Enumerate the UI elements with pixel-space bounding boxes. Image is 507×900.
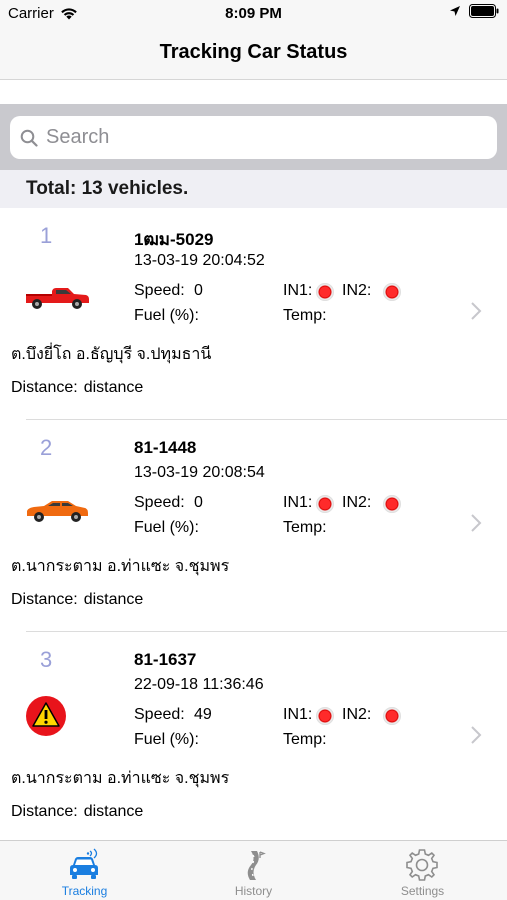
chevron-right-icon[interactable] bbox=[470, 513, 482, 533]
vehicle-index: 3 bbox=[40, 647, 53, 672]
temp-label: Temp: bbox=[283, 307, 327, 324]
location-arrow-icon bbox=[450, 6, 460, 16]
speed-value: 0 bbox=[194, 282, 203, 299]
red-pickup-truck-icon bbox=[26, 288, 89, 309]
last-update-time: 22-09-18 11:36:46 bbox=[134, 676, 264, 693]
in2-indicator-icon bbox=[383, 707, 401, 725]
in2-label: IN2: bbox=[342, 706, 372, 723]
vehicle-address: ต.นากระตาม อ.ท่าแซะ จ.ชุมพร bbox=[11, 770, 230, 787]
in1-indicator-icon bbox=[316, 283, 334, 301]
speed-value: 49 bbox=[194, 706, 212, 723]
chevron-right-icon[interactable] bbox=[470, 725, 482, 745]
tab-label: History bbox=[234, 884, 273, 898]
vehicle-index: 1 bbox=[40, 223, 53, 248]
status-bar: Carrier 8:09 PM bbox=[0, 0, 507, 28]
license-plate: 81-1637 bbox=[134, 650, 197, 669]
last-update-time: 13-03-19 20:04:52 bbox=[134, 252, 265, 269]
last-update-time: 13-03-19 20:08:54 bbox=[134, 464, 265, 481]
temp-label: Temp: bbox=[283, 519, 327, 536]
tab-tracking[interactable]: Tracking bbox=[0, 841, 169, 900]
distance-label: Distance: bbox=[11, 803, 78, 820]
status-time: 8:09 PM bbox=[225, 5, 282, 22]
in2-label: IN2: bbox=[342, 282, 372, 299]
in2-label: IN2: bbox=[342, 494, 372, 511]
distance-value: distance bbox=[83, 803, 144, 820]
page-title: Tracking Car Status bbox=[159, 41, 348, 63]
fuel-label: Fuel (%): bbox=[134, 731, 199, 748]
warning-icon bbox=[26, 696, 66, 736]
vehicle-address: ต.นากระตาม อ.ท่าแซะ จ.ชุมพร bbox=[11, 558, 230, 575]
search-bar bbox=[0, 104, 507, 170]
temp-label: Temp: bbox=[283, 731, 327, 748]
search-input[interactable] bbox=[46, 126, 486, 149]
vehicle-index: 2 bbox=[40, 435, 53, 460]
search-field[interactable] bbox=[10, 116, 497, 159]
orange-sedan-icon bbox=[27, 501, 88, 522]
in1-indicator-icon bbox=[316, 707, 334, 725]
gear-icon bbox=[406, 849, 438, 881]
vehicle-distance: Distance: distance bbox=[11, 803, 143, 821]
fuel-label: Fuel (%): bbox=[134, 307, 199, 324]
tab-settings[interactable]: Settings bbox=[338, 841, 507, 900]
in1-label: IN1: bbox=[283, 282, 313, 299]
vehicle-row[interactable]: 1 1ฒม-5029 13-03-19 20:04:52 Speed: 0 Fu… bbox=[0, 208, 507, 420]
total-header: Total: 13 vehicles. bbox=[0, 170, 507, 208]
tab-label: Tracking bbox=[61, 884, 108, 898]
road-history-icon bbox=[247, 851, 266, 880]
distance-value: distance bbox=[83, 379, 144, 396]
tab-bar: Tracking History Settings bbox=[0, 840, 507, 900]
license-plate: 1ฒม-5029 bbox=[134, 230, 214, 249]
in2-indicator-icon bbox=[383, 495, 401, 513]
license-plate: 81-1448 bbox=[134, 438, 197, 457]
distance-label: Distance: bbox=[11, 379, 78, 396]
distance-label: Distance: bbox=[11, 591, 78, 608]
vehicle-address: ต.บึงยี่โถ อ.ธัญบุรี จ.ปทุมธานี bbox=[11, 346, 212, 363]
in1-label: IN1: bbox=[283, 494, 313, 511]
navigation-bar: Tracking Car Status bbox=[0, 28, 507, 80]
tab-label: Settings bbox=[400, 884, 445, 898]
fuel-label: Fuel (%): bbox=[134, 519, 199, 536]
in2-indicator-icon bbox=[383, 283, 401, 301]
distance-value: distance bbox=[83, 591, 144, 608]
header-spacer bbox=[0, 80, 507, 104]
vehicle-row[interactable]: 2 81-1448 13-03-19 20:08:54 Speed: 0 Fue… bbox=[0, 420, 507, 632]
battery-icon bbox=[469, 4, 499, 18]
vehicle-list[interactable]: 1 1ฒม-5029 13-03-19 20:04:52 Speed: 0 Fu… bbox=[0, 208, 507, 840]
tab-history[interactable]: History bbox=[169, 841, 338, 900]
vehicle-row[interactable]: 3 81-1637 22-09-18 11:36:46 Speed: 49 Fu… bbox=[0, 632, 507, 840]
car-signal-icon bbox=[70, 848, 98, 879]
vehicle-distance: Distance: distance bbox=[11, 591, 143, 609]
status-right bbox=[449, 4, 499, 18]
chevron-right-icon[interactable] bbox=[470, 301, 482, 321]
search-icon bbox=[20, 129, 38, 147]
vehicle-distance: Distance: distance bbox=[11, 379, 143, 397]
speed-label: Speed: bbox=[134, 494, 185, 511]
speed-label: Speed: bbox=[134, 706, 185, 723]
total-vehicles-label: Total: 13 vehicles. bbox=[26, 178, 189, 199]
in1-label: IN1: bbox=[283, 706, 313, 723]
speed-value: 0 bbox=[194, 494, 203, 511]
speed-label: Speed: bbox=[134, 282, 185, 299]
in1-indicator-icon bbox=[316, 495, 334, 513]
